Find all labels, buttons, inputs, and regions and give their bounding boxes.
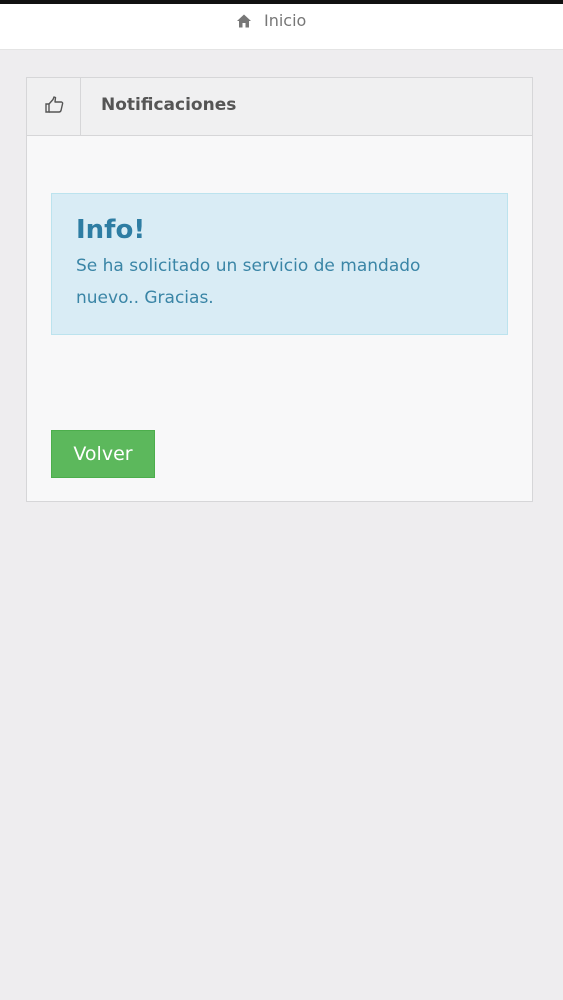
home-icon bbox=[236, 13, 252, 29]
panel-title: Notificaciones bbox=[101, 95, 237, 115]
alert-title: Info! bbox=[76, 215, 146, 245]
thumbs-up-icon bbox=[43, 94, 65, 120]
panel-header: Notificaciones bbox=[27, 78, 532, 136]
breadcrumb-label: Inicio bbox=[264, 11, 307, 30]
back-button[interactable]: Volver bbox=[51, 430, 155, 478]
info-alert: Info! Se ha solicitado un servicio de ma… bbox=[51, 193, 508, 335]
breadcrumb-bar: Inicio bbox=[0, 4, 563, 50]
notifications-panel: Notificaciones Info! Se ha solicitado un… bbox=[26, 77, 533, 502]
breadcrumb-home-link[interactable]: Inicio bbox=[236, 11, 306, 30]
panel-icon-box bbox=[27, 78, 81, 135]
alert-message: Se ha solicitado un servicio de mandado … bbox=[76, 256, 421, 308]
